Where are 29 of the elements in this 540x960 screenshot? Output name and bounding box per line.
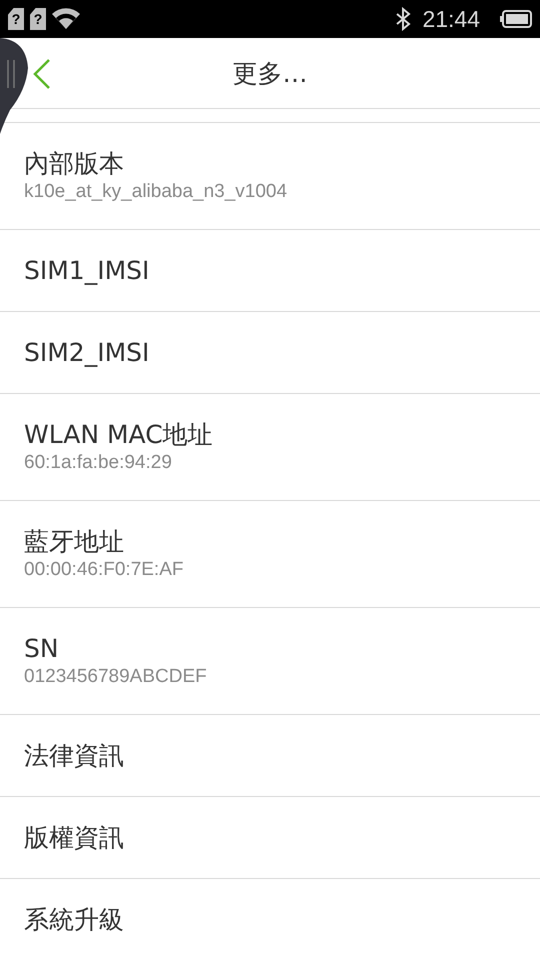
wifi-icon — [52, 8, 80, 30]
settings-row[interactable]: SN 0123456789ABCDEF — [0, 608, 540, 715]
settings-row[interactable]: 版權資訊 — [0, 797, 540, 879]
row-title: 藍牙地址 — [24, 526, 125, 558]
row-value: 00:00:46:F0:7E:AF — [24, 558, 184, 582]
row-title: 法律資訊 — [24, 740, 125, 772]
row-value: 0123456789ABCDEF — [24, 665, 208, 689]
settings-row[interactable]: SIM1_IMSI — [0, 230, 540, 312]
row-value: 60:1a:fa:be:94:29 — [24, 451, 173, 475]
row-title: 內部版本 — [24, 148, 125, 180]
row-title: SIM1_IMSI — [24, 254, 150, 286]
status-time: 21:44 — [422, 6, 480, 32]
row-title: 系統升級 — [24, 904, 125, 936]
settings-row[interactable]: 藍牙地址 00:00:46:F0:7E:AF — [0, 501, 540, 608]
floating-handle[interactable] — [0, 38, 30, 134]
sim-icon: ? — [30, 8, 46, 30]
row-title: SN — [24, 633, 60, 665]
row-title: SIM2_IMSI — [24, 336, 150, 368]
settings-row[interactable]: 系統升級 — [0, 879, 540, 960]
settings-row[interactable]: 法律資訊 — [0, 715, 540, 797]
row-value: k10e_at_ky_alibaba_n3_v1004 — [24, 180, 288, 204]
sim-icon: ? — [8, 8, 24, 30]
settings-row[interactable]: WLAN MAC地址 60:1a:fa:be:94:29 — [0, 394, 540, 501]
battery-icon — [500, 10, 532, 28]
page-title: 更多… — [232, 58, 308, 90]
settings-row[interactable]: 內部版本 k10e_at_ky_alibaba_n3_v1004 — [0, 123, 540, 230]
row-title: 版權資訊 — [24, 822, 125, 854]
row-title: WLAN MAC地址 — [24, 419, 214, 451]
settings-row[interactable]: SIM2_IMSI — [0, 312, 540, 394]
